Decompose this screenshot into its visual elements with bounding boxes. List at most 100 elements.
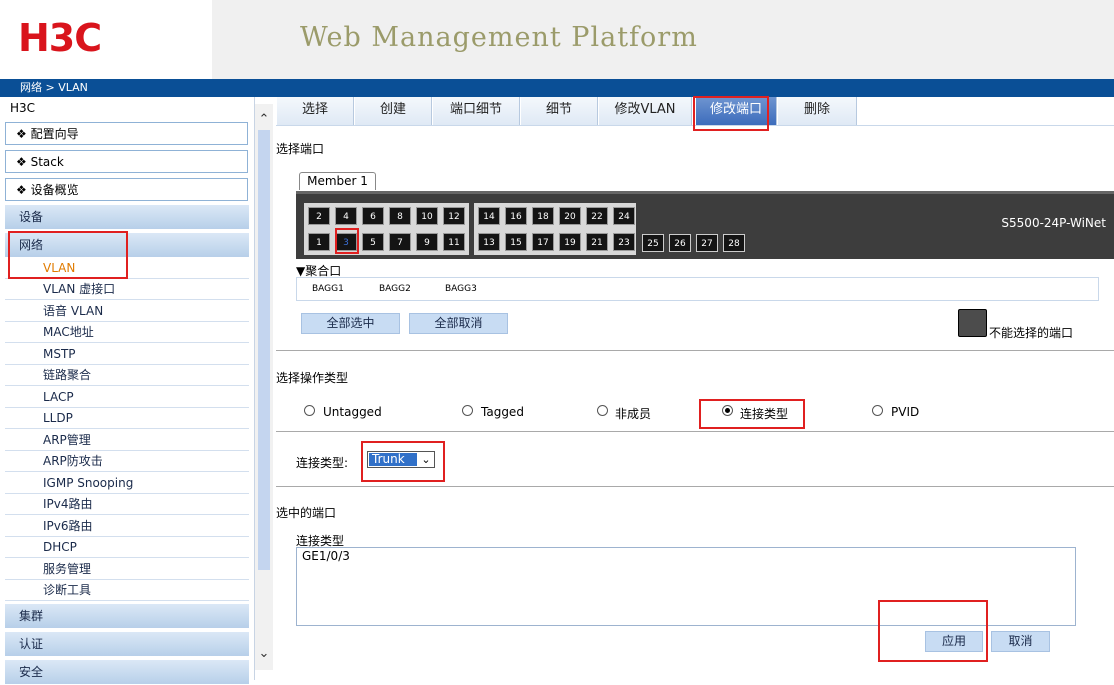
sidebar-item-ipv6-routing[interactable]: IPv6路由 bbox=[5, 516, 249, 537]
link-type-select[interactable]: Trunk ⌄ bbox=[367, 451, 435, 468]
sidebar-item-vlan-interface[interactable]: VLAN 虚接口 bbox=[5, 279, 249, 300]
logo-area: H3C bbox=[0, 0, 212, 79]
radio-pvid-label: PVID bbox=[891, 405, 920, 419]
divider bbox=[276, 486, 1114, 487]
sidebar-item-dhcp[interactable]: DHCP bbox=[5, 537, 249, 558]
radio-link-type[interactable] bbox=[722, 405, 733, 416]
port-5[interactable]: 5 bbox=[362, 233, 384, 251]
tab-delete[interactable]: 删除 bbox=[777, 97, 857, 125]
port-19[interactable]: 19 bbox=[559, 233, 581, 251]
sidebar-item-stack[interactable]: ❖ Stack bbox=[5, 150, 248, 173]
port-1[interactable]: 1 bbox=[308, 233, 330, 251]
scroll-down-icon[interactable]: ⌄ bbox=[255, 645, 273, 663]
port-10[interactable]: 10 bbox=[416, 207, 438, 225]
sidebar-section-security[interactable]: 安全 bbox=[5, 660, 249, 685]
radio-untagged-label: Untagged bbox=[323, 405, 382, 419]
tab-select[interactable]: 选择 bbox=[276, 97, 354, 125]
sidebar-item-arp-management[interactable]: ARP管理 bbox=[5, 430, 249, 451]
sidebar-item-link-aggregation[interactable]: 链路聚合 bbox=[5, 365, 249, 386]
port-28[interactable]: 28 bbox=[723, 234, 745, 252]
radio-untagged[interactable] bbox=[304, 405, 315, 416]
port-14[interactable]: 14 bbox=[478, 207, 500, 225]
sidebar-item-vlan[interactable]: VLAN bbox=[5, 258, 249, 279]
port-25[interactable]: 25 bbox=[642, 234, 664, 252]
radio-non-member[interactable] bbox=[597, 405, 608, 416]
link-type-value: Trunk bbox=[369, 453, 417, 466]
port-7[interactable]: 7 bbox=[389, 233, 411, 251]
radio-tagged-label: Tagged bbox=[481, 405, 524, 419]
port-20[interactable]: 20 bbox=[559, 207, 581, 225]
radio-pvid[interactable] bbox=[872, 405, 883, 416]
sfp-port-group: 25 26 27 28 bbox=[640, 233, 750, 257]
port-11[interactable]: 11 bbox=[443, 233, 465, 251]
sidebar-section-cluster[interactable]: 集群 bbox=[5, 604, 249, 629]
member-tab[interactable]: Member 1 bbox=[299, 172, 376, 190]
aggregation-box: BAGG1 BAGG2 BAGG3 bbox=[296, 277, 1099, 301]
selected-ports-label: 选中的端口 bbox=[276, 506, 337, 520]
port-8[interactable]: 8 bbox=[389, 207, 411, 225]
sidebar-item-lacp[interactable]: LACP bbox=[5, 387, 249, 408]
sidebar-item-config-wizard[interactable]: ❖ 配置向导 bbox=[5, 122, 248, 145]
sidebar-section-network[interactable]: 网络 bbox=[5, 233, 249, 258]
platform-title: Web Management Platform bbox=[300, 22, 698, 53]
radio-tagged[interactable] bbox=[462, 405, 473, 416]
cancel-button[interactable]: 取消 bbox=[991, 631, 1050, 652]
port-15[interactable]: 15 bbox=[505, 233, 527, 251]
bagg2-port[interactable]: BAGG2 bbox=[379, 284, 411, 294]
sidebar-item-ipv4-routing[interactable]: IPv4路由 bbox=[5, 494, 249, 515]
sidebar-item-voice-vlan[interactable]: 语音 VLAN bbox=[5, 301, 249, 322]
port-group-2: 14 16 18 20 22 24 13 15 17 19 21 23 bbox=[474, 203, 636, 255]
sidebar-item-diagnostic-tools[interactable]: 诊断工具 bbox=[5, 580, 249, 601]
select-all-button[interactable]: 全部选中 bbox=[301, 313, 400, 334]
sidebar-section-authentication[interactable]: 认证 bbox=[5, 632, 249, 657]
deselect-all-button[interactable]: 全部取消 bbox=[409, 313, 508, 334]
tab-detail[interactable]: 细节 bbox=[520, 97, 598, 125]
apply-button[interactable]: 应用 bbox=[925, 631, 983, 652]
unselectable-port-legend: 不能选择的端口 bbox=[989, 326, 1074, 340]
port-13[interactable]: 13 bbox=[478, 233, 500, 251]
port-23[interactable]: 23 bbox=[613, 233, 635, 251]
port-18[interactable]: 18 bbox=[532, 207, 554, 225]
tab-port-detail[interactable]: 端口细节 bbox=[432, 97, 520, 125]
scroll-up-icon[interactable]: ⌃ bbox=[255, 111, 273, 129]
port-4[interactable]: 4 bbox=[335, 207, 357, 225]
select-ports-label: 选择端口 bbox=[276, 142, 325, 156]
sidebar-item-igmp-snooping[interactable]: IGMP Snooping bbox=[5, 473, 249, 494]
sidebar-item-lldp[interactable]: LLDP bbox=[5, 408, 249, 429]
port-22[interactable]: 22 bbox=[586, 207, 608, 225]
port-6[interactable]: 6 bbox=[362, 207, 384, 225]
radio-non-member-label: 非成员 bbox=[615, 407, 652, 421]
sidebar: H3C ❖ 配置向导 ❖ Stack ❖ 设备概览 设备 网络 VLAN VLA… bbox=[0, 97, 255, 685]
h3c-logo: H3C bbox=[18, 16, 102, 60]
port-17[interactable]: 17 bbox=[532, 233, 554, 251]
port-2[interactable]: 2 bbox=[308, 207, 330, 225]
port-12[interactable]: 12 bbox=[443, 207, 465, 225]
sidebar-section-device[interactable]: 设备 bbox=[5, 205, 249, 230]
divider bbox=[276, 350, 1114, 351]
port-21[interactable]: 21 bbox=[586, 233, 608, 251]
selected-ports-box: GE1/0/3 bbox=[296, 547, 1076, 626]
port-26[interactable]: 26 bbox=[669, 234, 691, 252]
tab-create[interactable]: 创建 bbox=[354, 97, 432, 125]
sidebar-item-mstp[interactable]: MSTP bbox=[5, 344, 249, 365]
sidebar-item-arp-attack-defense[interactable]: ARP防攻击 bbox=[5, 451, 249, 472]
port-24[interactable]: 24 bbox=[613, 207, 635, 225]
port-9[interactable]: 9 bbox=[416, 233, 438, 251]
link-type-label: 连接类型: bbox=[296, 456, 349, 470]
sidebar-scroll-thumb[interactable] bbox=[258, 130, 270, 570]
sidebar-item-mac-address[interactable]: MAC地址 bbox=[5, 322, 249, 343]
selected-port-value: GE1/0/3 bbox=[302, 549, 350, 563]
tab-modify-port[interactable]: 修改端口 bbox=[695, 97, 777, 125]
breadcrumb-bar: 网络 > VLAN bbox=[0, 79, 1114, 97]
unselectable-port-swatch bbox=[958, 309, 987, 337]
sidebar-item-device-overview[interactable]: ❖ 设备概览 bbox=[5, 178, 248, 201]
port-3[interactable]: 3 bbox=[335, 233, 357, 251]
port-16[interactable]: 16 bbox=[505, 207, 527, 225]
port-27[interactable]: 27 bbox=[696, 234, 718, 252]
tab-modify-vlan[interactable]: 修改VLAN bbox=[598, 97, 692, 125]
bagg1-port[interactable]: BAGG1 bbox=[312, 284, 344, 294]
chevron-down-icon[interactable]: ⌄ bbox=[418, 452, 434, 467]
sidebar-item-service-management[interactable]: 服务管理 bbox=[5, 559, 249, 580]
radio-link-type-label: 连接类型 bbox=[740, 407, 789, 421]
bagg3-port[interactable]: BAGG3 bbox=[445, 284, 477, 294]
